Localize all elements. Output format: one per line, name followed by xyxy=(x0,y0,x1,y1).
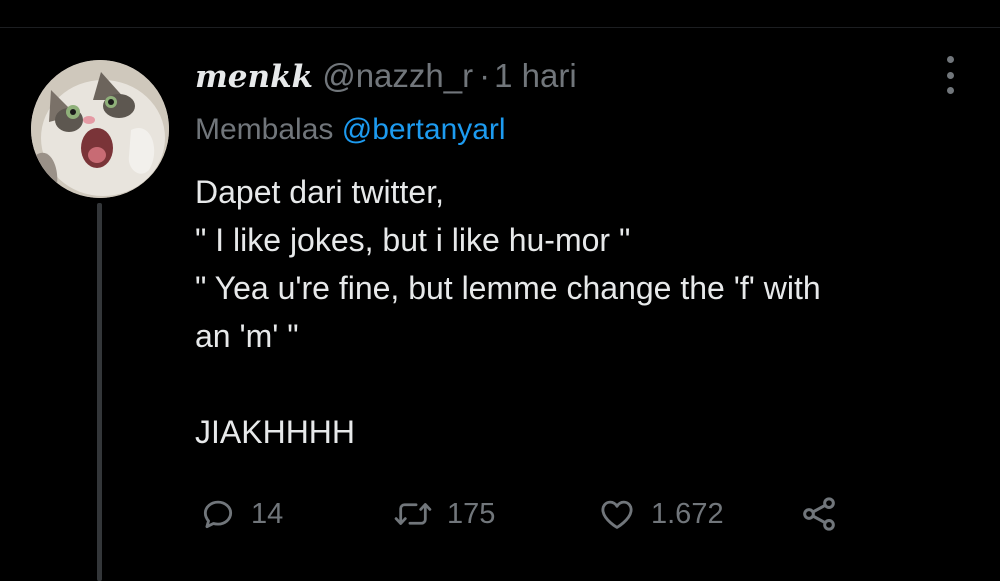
reply-icon xyxy=(203,500,233,529)
reply-prefix: Membalas xyxy=(195,113,334,146)
tweet-text: Dapet dari twitter, " I like jokes, but … xyxy=(195,168,975,456)
cat-avatar-icon xyxy=(31,60,169,198)
tweet-text-line: Dapet dari twitter, xyxy=(195,174,444,210)
reply-count: 14 xyxy=(251,497,284,530)
thread-line xyxy=(97,203,102,581)
display-name[interactable]: menkk xyxy=(195,59,313,95)
more-options-button[interactable] xyxy=(938,56,962,94)
tweet-actions: 14 175 1.672 xyxy=(195,492,875,536)
like-count: 1.672 xyxy=(651,497,724,530)
share-button[interactable] xyxy=(799,492,839,536)
retweet-button[interactable]: 175 xyxy=(393,492,495,536)
retweet-count: 175 xyxy=(447,497,496,530)
more-options-icon xyxy=(946,56,954,63)
like-button[interactable]: 1.672 xyxy=(597,492,724,536)
retweet-icon xyxy=(394,503,432,525)
heart-icon xyxy=(601,500,633,529)
tweet-text-line xyxy=(195,360,975,408)
reply-context: Membalas @bertanyarl xyxy=(195,110,506,150)
tweet-text-line: " I like jokes, but i like hu-mor " xyxy=(195,222,631,258)
avatar[interactable] xyxy=(31,60,169,198)
user-handle[interactable]: @nazzh_r xyxy=(322,57,473,94)
share-icon xyxy=(803,497,835,531)
tweet-text-line: an 'm' " xyxy=(195,318,299,354)
tweet-text-line: JIAKHHHH xyxy=(195,414,356,450)
separator-dot: · xyxy=(479,57,491,94)
timestamp[interactable]: 1 hari xyxy=(494,57,577,94)
tweet-text-line: " Yea u're fine, but lemme change the 'f… xyxy=(195,270,821,306)
tweet-header: menkk @nazzh_r · 1 hari xyxy=(195,56,577,96)
top-divider xyxy=(0,27,1000,28)
reply-button[interactable]: 14 xyxy=(199,492,283,536)
reply-to-handle[interactable]: @bertanyarl xyxy=(342,113,506,146)
